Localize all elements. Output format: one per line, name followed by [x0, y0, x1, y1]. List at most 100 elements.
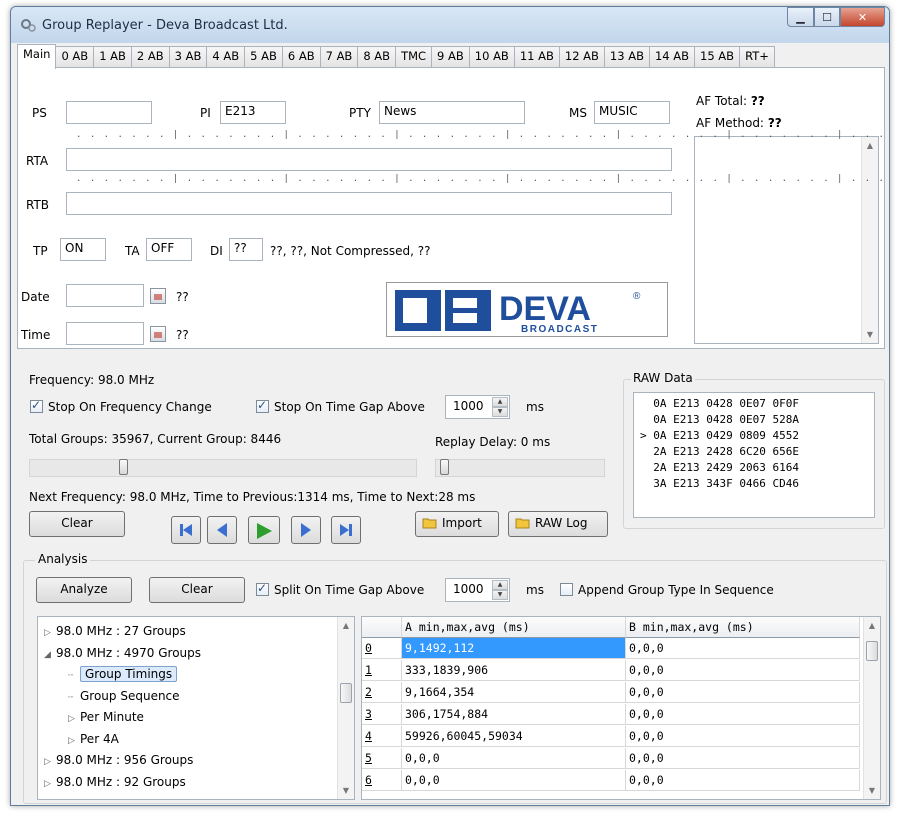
- grid-column-header[interactable]: A min,max,avg (ms): [402, 617, 626, 638]
- tab-12-ab[interactable]: 12 AB: [559, 46, 605, 69]
- maximize-button[interactable]: ☐: [814, 7, 840, 27]
- first-button[interactable]: [171, 516, 201, 544]
- grid-cell-b[interactable]: 0,0,0: [626, 726, 860, 747]
- grid-cell-a[interactable]: 333,1839,906: [402, 660, 626, 681]
- pty-field[interactable]: News: [379, 101, 525, 124]
- tab-7-ab[interactable]: 7 AB: [320, 46, 359, 69]
- grid-cell-a[interactable]: 9,1492,112: [402, 638, 626, 659]
- timings-grid[interactable]: ▲ ▼ A min,max,avg (ms) B min,max,avg (ms)…: [361, 616, 881, 800]
- scroll-up-icon[interactable]: ▲: [338, 621, 354, 630]
- tab-13-ab[interactable]: 13 AB: [604, 46, 650, 69]
- grid-cell-a[interactable]: 0,0,0: [402, 748, 626, 769]
- tab-5-ab[interactable]: 5 AB: [245, 46, 283, 69]
- grid-corner-header[interactable]: [362, 617, 402, 638]
- grid-cell-b[interactable]: 0,0,0: [626, 704, 860, 725]
- raw-data-line[interactable]: > 0A E213 0429 0809 4552: [640, 428, 874, 444]
- tp-field[interactable]: ON: [60, 238, 106, 261]
- raw-data-list[interactable]: 0A E213 0428 0E07 0F0F 0A E213 0428 0E07…: [633, 392, 875, 518]
- grid-row-header[interactable]: 0: [362, 638, 402, 659]
- tab-main[interactable]: Main: [17, 44, 57, 69]
- stop-frequency-checkbox[interactable]: [30, 398, 43, 413]
- grid-scrollbar[interactable]: ▲ ▼: [863, 617, 880, 799]
- ms-field[interactable]: MUSIC: [594, 101, 670, 124]
- tree-node[interactable]: ┈ Group Sequence: [68, 686, 180, 707]
- tree-scrollbar-thumb[interactable]: [340, 683, 352, 703]
- grid-cell-b[interactable]: 0,0,0: [626, 770, 860, 791]
- stop-gap-checkbox[interactable]: [256, 398, 269, 413]
- grid-row-header[interactable]: 3: [362, 704, 402, 725]
- last-button[interactable]: [331, 516, 361, 544]
- raw-data-line[interactable]: 2A E213 2428 6C20 656E: [640, 444, 874, 460]
- tree-node[interactable]: ▷ Per 4A: [68, 729, 119, 750]
- grid-cell-b[interactable]: 0,0,0: [626, 660, 860, 681]
- scroll-up-icon[interactable]: ▲: [862, 141, 878, 150]
- ta-field[interactable]: OFF: [146, 238, 192, 261]
- tab-8-ab[interactable]: 8 AB: [358, 46, 397, 69]
- spin-up-icon[interactable]: ▲: [492, 580, 508, 590]
- previous-button[interactable]: [207, 516, 237, 544]
- split-gap-spinner[interactable]: 1000 ▲ ▼: [445, 578, 510, 602]
- rtb-field[interactable]: [66, 192, 672, 215]
- grid-row-header[interactable]: 5: [362, 748, 402, 769]
- spin-down-icon[interactable]: ▼: [492, 590, 508, 600]
- time-calendar-icon[interactable]: [150, 326, 166, 342]
- tab-rtplus[interactable]: RT+: [740, 46, 775, 69]
- tab-14-ab[interactable]: 14 AB: [649, 46, 696, 69]
- title-bar[interactable]: Group Replayer - Deva Broadcast Ltd. ▁ ☐…: [11, 7, 889, 43]
- play-button[interactable]: [248, 516, 280, 544]
- minimize-button[interactable]: ▁: [787, 7, 814, 27]
- replay-clear-button[interactable]: Clear: [29, 511, 125, 537]
- tab-2-ab[interactable]: 2 AB: [131, 46, 170, 69]
- next-button[interactable]: [291, 516, 321, 544]
- grid-cell-b[interactable]: 0,0,0: [626, 748, 860, 769]
- rta-field[interactable]: [66, 148, 672, 171]
- grid-row-header[interactable]: 4: [362, 726, 402, 747]
- tree-node[interactable]: ▷ 98.0 MHz : 92 Groups: [44, 772, 186, 793]
- append-group-type-checkbox[interactable]: [560, 583, 573, 596]
- tab-10-ab[interactable]: 10 AB: [469, 46, 515, 69]
- tree-expand-icon[interactable]: ▷: [68, 709, 80, 729]
- stop-gap-spinner[interactable]: 1000 ▲ ▼: [445, 395, 510, 419]
- grid-row-header[interactable]: 6: [362, 770, 402, 791]
- tab-1-ab[interactable]: 1 AB: [94, 46, 132, 69]
- grid-column-header[interactable]: B min,max,avg (ms): [626, 617, 860, 638]
- replay-delay-slider[interactable]: [435, 459, 605, 477]
- analysis-tree[interactable]: ▲ ▼ ▷ 98.0 MHz : 27 Groups ◢ 98.0 MHz : 497…: [37, 616, 355, 800]
- grid-cell-a[interactable]: 0,0,0: [402, 770, 626, 791]
- replay-delay-slider-thumb[interactable]: [440, 459, 449, 475]
- tab-0-ab[interactable]: 0 AB: [56, 46, 95, 69]
- di-field[interactable]: ??: [229, 238, 263, 261]
- grid-cell-a[interactable]: 59926,60045,59034: [402, 726, 626, 747]
- scroll-up-icon[interactable]: ▲: [864, 621, 880, 630]
- date-field[interactable]: [66, 284, 144, 307]
- tab-15-ab[interactable]: 15 AB: [695, 46, 741, 69]
- pi-field[interactable]: E213: [220, 101, 286, 124]
- tree-expand-icon[interactable]: ▷: [44, 623, 56, 643]
- grid-cell-b[interactable]: 0,0,0: [626, 638, 860, 659]
- raw-data-line[interactable]: 3A E213 343F 0466 CD46: [640, 476, 874, 492]
- raw-data-line[interactable]: 0A E213 0428 0E07 528A: [640, 412, 874, 428]
- position-slider-thumb[interactable]: [118, 459, 128, 475]
- af-list-scrollbar[interactable]: ▲ ▼: [861, 137, 878, 343]
- analysis-clear-button[interactable]: Clear: [149, 577, 245, 603]
- tree-expand-icon[interactable]: ▷: [44, 774, 56, 794]
- ps-field[interactable]: [66, 101, 152, 124]
- import-button[interactable]: Import: [415, 511, 499, 537]
- spin-down-icon[interactable]: ▼: [492, 407, 508, 417]
- tree-scrollbar[interactable]: ▲ ▼: [337, 617, 354, 799]
- tree-expand-icon[interactable]: ▷: [68, 731, 80, 751]
- tree-node[interactable]: ▷ 98.0 MHz : 956 Groups: [44, 750, 193, 771]
- grid-row-header[interactable]: 1: [362, 660, 402, 681]
- tree-node[interactable]: ▷ 98.0 MHz : 27 Groups: [44, 621, 186, 642]
- raw-log-button[interactable]: RAW Log: [508, 511, 608, 537]
- grid-cell-b[interactable]: 0,0,0: [626, 682, 860, 703]
- tree-collapse-icon[interactable]: ◢: [44, 645, 56, 665]
- tab-4-ab[interactable]: 4 AB: [207, 46, 246, 69]
- scroll-down-icon[interactable]: ▼: [864, 786, 880, 795]
- tree-node[interactable]: ▷ Per Minute: [68, 707, 144, 728]
- position-slider[interactable]: [29, 459, 417, 477]
- af-list[interactable]: ▲ ▼: [694, 136, 879, 344]
- tree-node[interactable]: ┈ Group Timings: [68, 664, 178, 685]
- date-calendar-icon[interactable]: [150, 288, 166, 304]
- split-gap-checkbox[interactable]: [256, 581, 269, 596]
